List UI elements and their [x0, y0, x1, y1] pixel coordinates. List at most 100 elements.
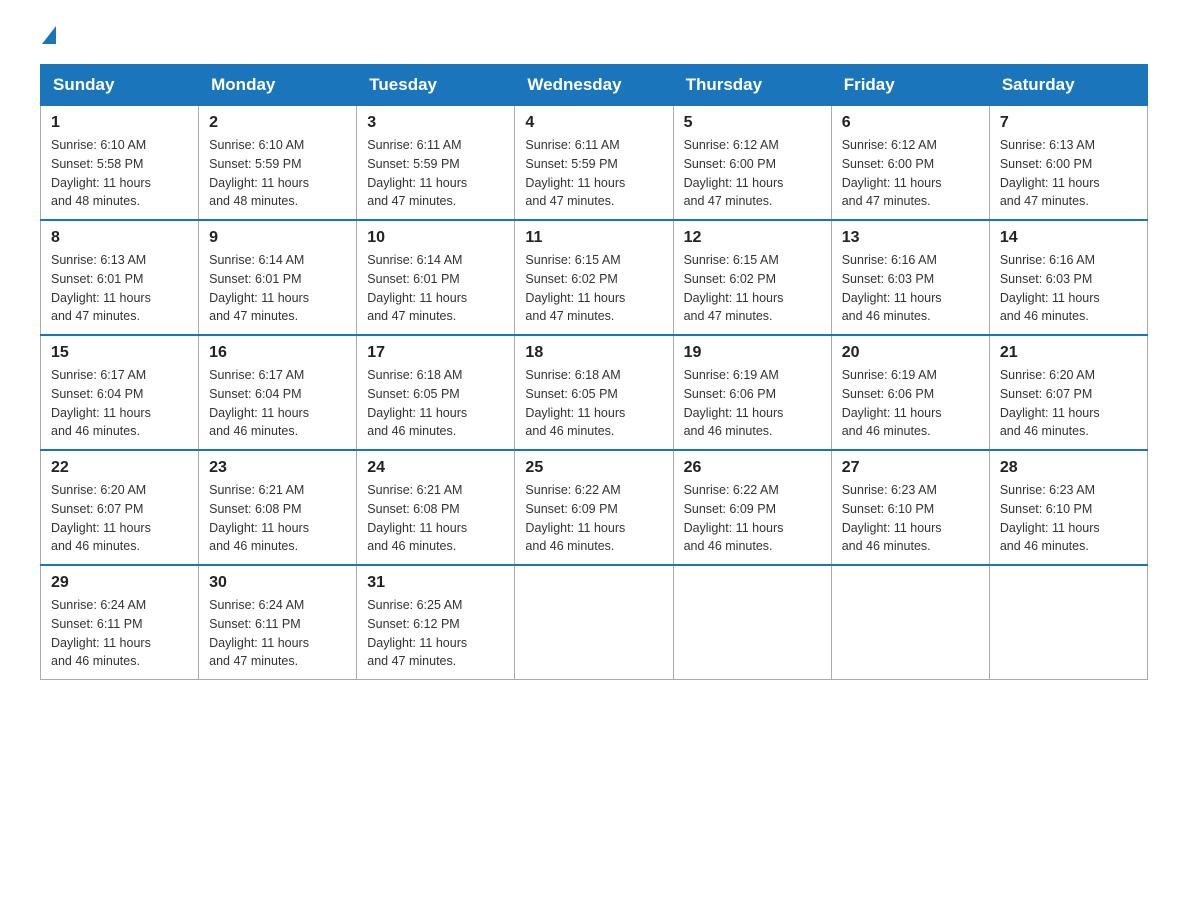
calendar-cell: 24Sunrise: 6:21 AMSunset: 6:08 PMDayligh… [357, 450, 515, 565]
calendar-cell: 26 Sunrise: 6:22 AMSunset: 6:09 PMDayligh… [673, 450, 831, 565]
day-info: Sunrise: 6:24 AMSunset: 6:11 PMDaylight:… [209, 596, 346, 671]
calendar-cell: 21 Sunrise: 6:20 AMSunset: 6:07 PMDayligh… [989, 335, 1147, 450]
calendar-week-row: 22 Sunrise: 6:20 AMSunset: 6:07 PMDayligh… [41, 450, 1148, 565]
calendar-week-row: 8 Sunrise: 6:13 AMSunset: 6:01 PMDaylight… [41, 220, 1148, 335]
calendar-cell: 19Sunrise: 6:19 AMSunset: 6:06 PMDayligh… [673, 335, 831, 450]
day-number: 27 [842, 459, 979, 477]
day-number: 10 [367, 229, 504, 247]
day-number: 21 [1000, 344, 1137, 362]
day-info: Sunrise: 6:22 AMSunset: 6:09 PMDaylight:… [684, 481, 821, 556]
calendar-cell: 23 Sunrise: 6:21 AMSunset: 6:08 PMDayligh… [199, 450, 357, 565]
calendar-cell: 29 Sunrise: 6:24 AMSunset: 6:11 PMDayligh… [41, 565, 199, 680]
calendar-cell: 27 Sunrise: 6:23 AMSunset: 6:10 PMDayligh… [831, 450, 989, 565]
day-number: 5 [684, 114, 821, 132]
calendar-table: SundayMondayTuesdayWednesdayThursdayFrid… [40, 64, 1148, 680]
day-info: Sunrise: 6:23 AMSunset: 6:10 PMDaylight:… [1000, 481, 1137, 556]
calendar-cell: 28 Sunrise: 6:23 AMSunset: 6:10 PMDayligh… [989, 450, 1147, 565]
calendar-cell: 22 Sunrise: 6:20 AMSunset: 6:07 PMDayligh… [41, 450, 199, 565]
logo-arrow-icon [42, 26, 56, 44]
day-number: 17 [367, 344, 504, 362]
day-info: Sunrise: 6:16 AMSunset: 6:03 PMDaylight:… [1000, 251, 1137, 326]
day-number: 11 [525, 229, 662, 247]
day-info: Sunrise: 6:20 AMSunset: 6:07 PMDaylight:… [1000, 366, 1137, 441]
calendar-cell: 15Sunrise: 6:17 AMSunset: 6:04 PMDayligh… [41, 335, 199, 450]
calendar-week-row: 15 Sunrise: 6:17 AMSunset: 6:04 PMDayligh… [41, 335, 1148, 450]
day-info: Sunrise: 6:12 AMSunset: 6:00 PMDaylight:… [684, 136, 821, 211]
calendar-cell: 18 Sunrise: 6:18 AMSunset: 6:05 PMDayligh… [515, 335, 673, 450]
day-info: Sunrise: 6:21 AMSunset: 6:08 PMDaylight:… [209, 481, 346, 556]
calendar-cell: 6 Sunrise: 6:12 AMSunset: 6:00 PMDaylight… [831, 106, 989, 221]
day-number: 16 [209, 344, 346, 362]
day-number: 9 [209, 229, 346, 247]
day-info: Sunrise: 6:12 AMSunset: 6:00 PMDaylight:… [842, 136, 979, 211]
day-number: 29 [51, 574, 188, 592]
day-number: 6 [842, 114, 979, 132]
calendar-cell: 30 Sunrise: 6:24 AMSunset: 6:11 PMDayligh… [199, 565, 357, 680]
day-header-tuesday: Tuesday [357, 65, 515, 106]
day-number: 20 [842, 344, 979, 362]
day-info: Sunrise: 6:21 AMSunset: 6:08 PMDaylight:… [367, 481, 504, 556]
day-number: 28 [1000, 459, 1137, 477]
day-number: 25 [525, 459, 662, 477]
logo [40, 30, 56, 44]
day-info: Sunrise: 6:18 AMSunset: 6:05 PMDaylight:… [525, 366, 662, 441]
day-number: 15 [51, 344, 188, 362]
calendar-cell: 9 Sunrise: 6:14 AMSunset: 6:01 PMDaylight… [199, 220, 357, 335]
day-number: 1 [51, 114, 188, 132]
day-info: Sunrise: 6:11 AMSunset: 5:59 PMDaylight:… [525, 136, 662, 211]
day-info: Sunrise: 6:15 AMSunset: 6:02 PMDaylight:… [684, 251, 821, 326]
day-info: Sunrise: 6:22 AMSunset: 6:09 PMDaylight:… [525, 481, 662, 556]
day-info: Sunrise: 6:17 AMSunset: 6:04 PMDaylight:… [209, 366, 346, 441]
day-info: Sunrise: 6:10 AMSunset: 5:58 PMDaylight:… [51, 136, 188, 211]
day-number: 30 [209, 574, 346, 592]
calendar-cell: 14Sunrise: 6:16 AMSunset: 6:03 PMDayligh… [989, 220, 1147, 335]
calendar-cell: 12Sunrise: 6:15 AMSunset: 6:02 PMDayligh… [673, 220, 831, 335]
day-header-wednesday: Wednesday [515, 65, 673, 106]
day-header-thursday: Thursday [673, 65, 831, 106]
day-info: Sunrise: 6:19 AMSunset: 6:06 PMDaylight:… [684, 366, 821, 441]
day-info: Sunrise: 6:23 AMSunset: 6:10 PMDaylight:… [842, 481, 979, 556]
calendar-cell: 31Sunrise: 6:25 AMSunset: 6:12 PMDayligh… [357, 565, 515, 680]
calendar-cell: 1 Sunrise: 6:10 AMSunset: 5:58 PMDaylight… [41, 106, 199, 221]
day-info: Sunrise: 6:14 AMSunset: 6:01 PMDaylight:… [367, 251, 504, 326]
calendar-cell [515, 565, 673, 680]
calendar-cell: 8 Sunrise: 6:13 AMSunset: 6:01 PMDaylight… [41, 220, 199, 335]
day-number: 4 [525, 114, 662, 132]
calendar-cell: 5 Sunrise: 6:12 AMSunset: 6:00 PMDaylight… [673, 106, 831, 221]
day-number: 8 [51, 229, 188, 247]
page-header [40, 30, 1148, 44]
calendar-cell: 16 Sunrise: 6:17 AMSunset: 6:04 PMDayligh… [199, 335, 357, 450]
day-number: 2 [209, 114, 346, 132]
day-number: 3 [367, 114, 504, 132]
calendar-cell: 10 Sunrise: 6:14 AMSunset: 6:01 PMDayligh… [357, 220, 515, 335]
day-header-sunday: Sunday [41, 65, 199, 106]
calendar-cell [831, 565, 989, 680]
calendar-header-row: SundayMondayTuesdayWednesdayThursdayFrid… [41, 65, 1148, 106]
calendar-cell: 11Sunrise: 6:15 AMSunset: 6:02 PMDayligh… [515, 220, 673, 335]
day-number: 13 [842, 229, 979, 247]
day-number: 7 [1000, 114, 1137, 132]
calendar-cell [673, 565, 831, 680]
calendar-cell: 2 Sunrise: 6:10 AMSunset: 5:59 PMDaylight… [199, 106, 357, 221]
day-number: 26 [684, 459, 821, 477]
day-info: Sunrise: 6:20 AMSunset: 6:07 PMDaylight:… [51, 481, 188, 556]
day-info: Sunrise: 6:14 AMSunset: 6:01 PMDaylight:… [209, 251, 346, 326]
day-info: Sunrise: 6:10 AMSunset: 5:59 PMDaylight:… [209, 136, 346, 211]
calendar-cell: 25 Sunrise: 6:22 AMSunset: 6:09 PMDayligh… [515, 450, 673, 565]
calendar-cell: 13 Sunrise: 6:16 AMSunset: 6:03 PMDayligh… [831, 220, 989, 335]
day-number: 31 [367, 574, 504, 592]
day-info: Sunrise: 6:24 AMSunset: 6:11 PMDaylight:… [51, 596, 188, 671]
day-info: Sunrise: 6:13 AMSunset: 6:01 PMDaylight:… [51, 251, 188, 326]
calendar-cell: 7Sunrise: 6:13 AMSunset: 6:00 PMDaylight… [989, 106, 1147, 221]
day-info: Sunrise: 6:18 AMSunset: 6:05 PMDaylight:… [367, 366, 504, 441]
day-number: 18 [525, 344, 662, 362]
day-header-monday: Monday [199, 65, 357, 106]
calendar-cell [989, 565, 1147, 680]
calendar-cell: 4 Sunrise: 6:11 AMSunset: 5:59 PMDaylight… [515, 106, 673, 221]
calendar-week-row: 29 Sunrise: 6:24 AMSunset: 6:11 PMDayligh… [41, 565, 1148, 680]
day-header-friday: Friday [831, 65, 989, 106]
calendar-week-row: 1 Sunrise: 6:10 AMSunset: 5:58 PMDaylight… [41, 106, 1148, 221]
day-info: Sunrise: 6:16 AMSunset: 6:03 PMDaylight:… [842, 251, 979, 326]
day-number: 22 [51, 459, 188, 477]
day-number: 23 [209, 459, 346, 477]
